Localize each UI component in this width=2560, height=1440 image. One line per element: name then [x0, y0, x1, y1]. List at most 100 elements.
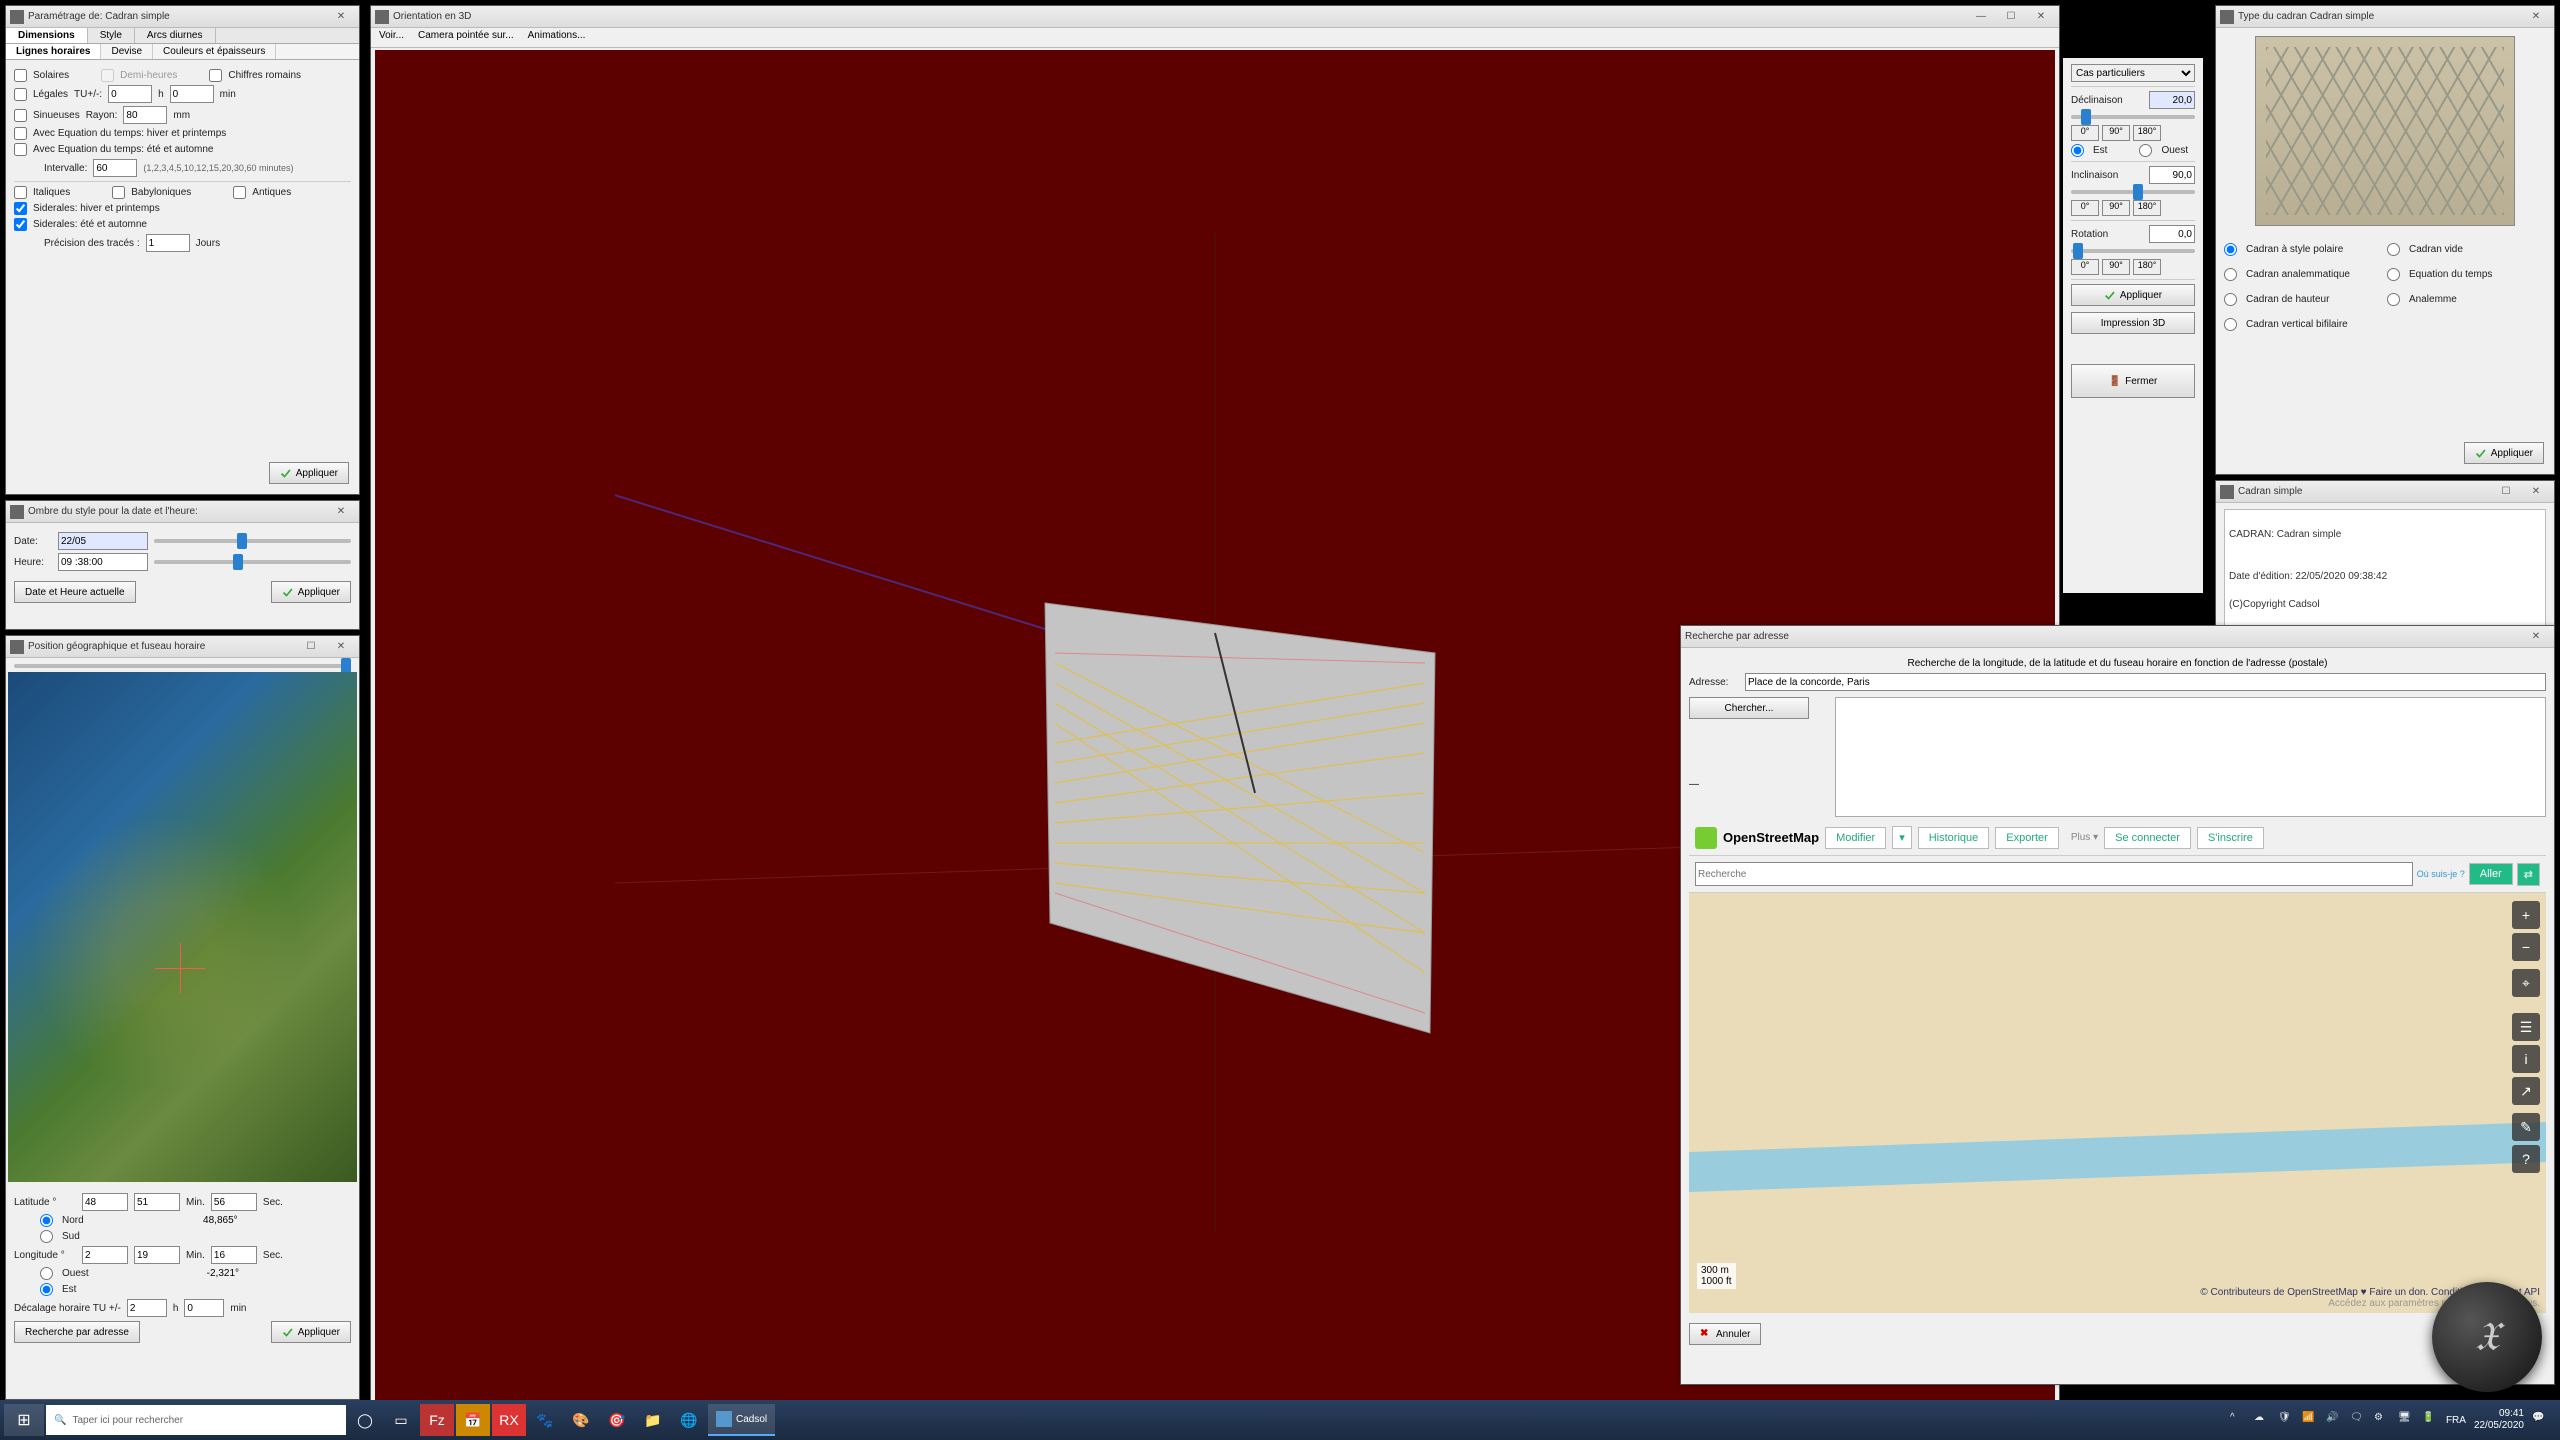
chk-sinueuses[interactable] [14, 109, 27, 122]
input-address[interactable] [1745, 673, 2546, 691]
titlebar-ombre[interactable]: Ombre du style pour la date et l'heure: … [6, 501, 359, 523]
osm-modifier[interactable]: Modifier [1825, 827, 1886, 849]
tab-arcs[interactable]: Arcs diurnes [135, 28, 216, 43]
radio-est2[interactable] [2071, 144, 2084, 157]
app-icon-3[interactable]: RX [492, 1404, 526, 1436]
maximize-button[interactable]: ☐ [297, 638, 325, 656]
close-button[interactable]: 🚪Fermer [2071, 364, 2195, 398]
apply-button[interactable]: Appliquer [2071, 284, 2195, 306]
zoom-out-button[interactable]: − [2512, 933, 2540, 961]
results-list[interactable] [1835, 697, 2546, 817]
titlebar-info[interactable]: Cadran simple ☐ ✕ [2216, 481, 2554, 503]
chk-babyloniques[interactable] [112, 186, 125, 199]
btn-0b[interactable]: 0° [2071, 200, 2099, 216]
radio-analemme[interactable] [2387, 293, 2400, 306]
apply-button[interactable]: Appliquer [271, 1321, 351, 1343]
minimize-button[interactable]: — [1967, 8, 1995, 26]
subtab-couleurs[interactable]: Couleurs et épaisseurs [153, 44, 276, 59]
input-incl[interactable] [2149, 166, 2195, 184]
osm-exporter[interactable]: Exporter [1995, 827, 2059, 849]
chk-romains[interactable] [209, 69, 222, 82]
input-decl[interactable] [2149, 91, 2195, 109]
map-europe[interactable] [8, 672, 357, 1182]
share-button[interactable]: ↗ [2512, 1077, 2540, 1105]
input-date[interactable] [58, 532, 148, 550]
input-lat-deg[interactable] [82, 1193, 128, 1211]
app-icon-4[interactable]: 🐾 [528, 1404, 562, 1436]
btn-90[interactable]: 90° [2102, 125, 2130, 141]
input-tu-m[interactable] [170, 85, 214, 103]
radio-nord[interactable] [40, 1214, 53, 1227]
osm-go-button[interactable]: Aller [2469, 863, 2513, 885]
titlebar-param[interactable]: Paramétrage de: Cadran simple ✕ [6, 6, 359, 28]
btn-0c[interactable]: 0° [2071, 259, 2099, 275]
tray-icon[interactable]: 🛡 [2278, 1412, 2294, 1428]
close-button[interactable]: ✕ [2522, 483, 2550, 501]
query-button[interactable]: ? [2512, 1145, 2540, 1173]
taskbar-search[interactable]: 🔍 Taper ici pour rechercher [46, 1405, 346, 1435]
slider-heure[interactable] [233, 554, 243, 570]
taskbar-app-cadsol[interactable]: Cadsol [708, 1404, 775, 1436]
now-button[interactable]: Date et Heure actuelle [14, 581, 136, 603]
input-heure[interactable] [58, 553, 148, 571]
radio-ouest2[interactable] [2139, 144, 2152, 157]
titlebar-addr[interactable]: Recherche par adresse ✕ [1681, 626, 2554, 648]
osm-dropdown[interactable]: ▾ [1892, 826, 1912, 849]
taskview-icon[interactable]: ▭ [384, 1404, 418, 1436]
subtab-lignes[interactable]: Lignes horaires [6, 44, 101, 59]
menu-voir[interactable]: Voir... [379, 30, 404, 45]
maximize-button[interactable]: ☐ [2492, 483, 2520, 501]
chk-sid2[interactable] [14, 218, 27, 231]
slider-rot[interactable] [2073, 243, 2083, 259]
chk-legales[interactable] [14, 88, 27, 101]
chk-solaires[interactable] [14, 69, 27, 82]
input-lon-min[interactable] [134, 1246, 180, 1264]
osm-map[interactable]: + − ⌖ ☰ i ↗ ✎ ? 300 m 1000 ft © Contribu… [1689, 893, 2546, 1313]
slider-decl[interactable] [2081, 109, 2091, 125]
app-icon-6[interactable]: 🎯 [600, 1404, 634, 1436]
chk-italiques[interactable] [14, 186, 27, 199]
close-button[interactable]: ✕ [2522, 8, 2550, 26]
app-icon-5[interactable]: 🎨 [564, 1404, 598, 1436]
notifications-icon[interactable]: 💬 [2532, 1412, 2548, 1428]
osm-whereami[interactable]: Où suis-je ? [2417, 869, 2465, 879]
slider-date[interactable] [237, 533, 247, 549]
radio-sud[interactable] [40, 1230, 53, 1243]
locate-button[interactable]: ⌖ [2512, 969, 2540, 997]
tray-up-icon[interactable]: ^ [2230, 1412, 2246, 1428]
cancel-button[interactable]: ✖Annuler [1689, 1323, 1761, 1345]
btn-180c[interactable]: 180° [2133, 259, 2161, 275]
btn-90b[interactable]: 90° [2102, 200, 2130, 216]
radio-vide[interactable] [2387, 243, 2400, 256]
search-address-button[interactable]: Recherche par adresse [14, 1321, 140, 1343]
start-button[interactable]: ⊞ [4, 1404, 44, 1436]
titlebar-type[interactable]: Type du cadran Cadran simple ✕ [2216, 6, 2554, 28]
input-rayon[interactable] [123, 106, 167, 124]
chk-eqt2[interactable] [14, 143, 27, 156]
input-tz-h[interactable] [127, 1299, 167, 1317]
chk-eqt1[interactable] [14, 127, 27, 140]
close-button[interactable]: ✕ [327, 638, 355, 656]
close-button[interactable]: ✕ [2522, 628, 2550, 646]
btn-90c[interactable]: 90° [2102, 259, 2130, 275]
input-tz-m[interactable] [184, 1299, 224, 1317]
search-button[interactable]: Chercher... [1689, 697, 1809, 719]
titlebar-3d[interactable]: Orientation en 3D — ☐ ✕ [371, 6, 2059, 28]
input-rot[interactable] [2149, 225, 2195, 243]
slider-incl[interactable] [2133, 184, 2143, 200]
input-tu-h[interactable] [108, 85, 152, 103]
explorer-icon[interactable]: 📁 [636, 1404, 670, 1436]
chk-antiques[interactable] [233, 186, 246, 199]
select-mode[interactable]: Cas particuliers [2071, 64, 2195, 82]
apply-button[interactable]: Appliquer [269, 462, 349, 484]
notes-button[interactable]: ✎ [2512, 1113, 2540, 1141]
app-icon-1[interactable]: Fz [420, 1404, 454, 1436]
radio-polaire[interactable] [2224, 243, 2237, 256]
tray-lang[interactable]: FRA [2446, 1415, 2466, 1426]
radio-analemmatique[interactable] [2224, 268, 2237, 281]
osm-historique[interactable]: Historique [1918, 827, 1990, 849]
apply-button[interactable]: Appliquer [2464, 442, 2544, 464]
app-icon-2[interactable]: 📅 [456, 1404, 490, 1436]
tray-clock[interactable]: 09:41 22/05/2020 [2474, 1408, 2524, 1432]
apply-button[interactable]: Appliquer [271, 581, 351, 603]
